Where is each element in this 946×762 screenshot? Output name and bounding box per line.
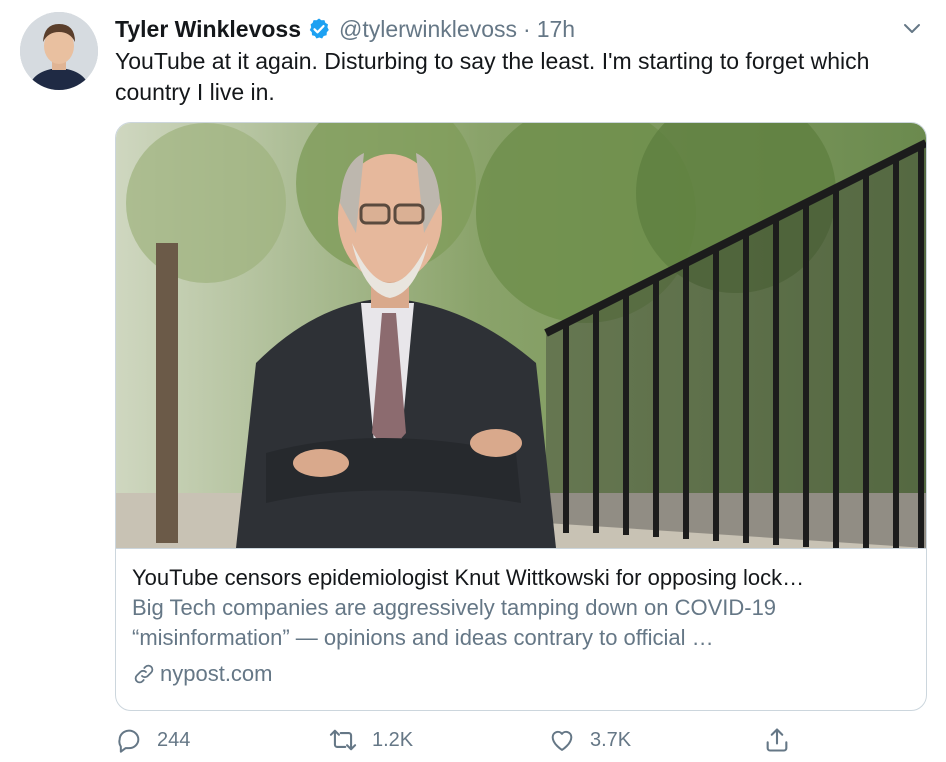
tweet-actions: 244 1.2K 3.7K bbox=[115, 726, 815, 760]
card-source-domain: nypost.com bbox=[160, 661, 273, 686]
like-button[interactable]: 3.7K bbox=[548, 726, 631, 754]
reply-button[interactable]: 244 bbox=[115, 726, 190, 754]
chevron-down-icon[interactable] bbox=[900, 16, 924, 40]
tweet-timestamp[interactable]: 17h bbox=[537, 16, 575, 43]
card-image bbox=[116, 123, 926, 549]
separator-dot: · bbox=[523, 15, 531, 42]
avatar-image bbox=[20, 12, 98, 90]
reply-icon bbox=[118, 729, 140, 753]
share-button[interactable] bbox=[763, 726, 791, 754]
card-description: Big Tech companies are aggressively tamp… bbox=[132, 595, 777, 650]
retweet-button[interactable]: 1.2K bbox=[328, 726, 413, 754]
avatar[interactable] bbox=[20, 12, 98, 90]
card-title: YouTube censors epidemiologist Knut Witt… bbox=[132, 565, 805, 590]
link-icon bbox=[134, 664, 154, 684]
card-body: YouTube censors epidemiologist Knut Witt… bbox=[132, 563, 912, 689]
tweet-header: Tyler Winklevoss @tylerwinklevoss · 17h bbox=[115, 12, 886, 46]
tweet-text: YouTube at it again. Disturbing to say t… bbox=[115, 48, 870, 105]
retweet-icon bbox=[329, 729, 357, 751]
card-source: nypost.com bbox=[132, 659, 912, 689]
link-card[interactable]: YouTube censors epidemiologist Knut Witt… bbox=[115, 122, 927, 711]
like-count: 3.7K bbox=[590, 728, 632, 751]
reply-count: 244 bbox=[157, 728, 191, 751]
author-handle[interactable]: @tylerwinklevoss bbox=[339, 16, 517, 43]
share-icon bbox=[766, 728, 788, 752]
author-name[interactable]: Tyler Winklevoss bbox=[115, 16, 301, 43]
verified-badge-icon bbox=[307, 17, 331, 41]
heart-icon bbox=[551, 730, 573, 751]
retweet-count: 1.2K bbox=[372, 728, 414, 751]
